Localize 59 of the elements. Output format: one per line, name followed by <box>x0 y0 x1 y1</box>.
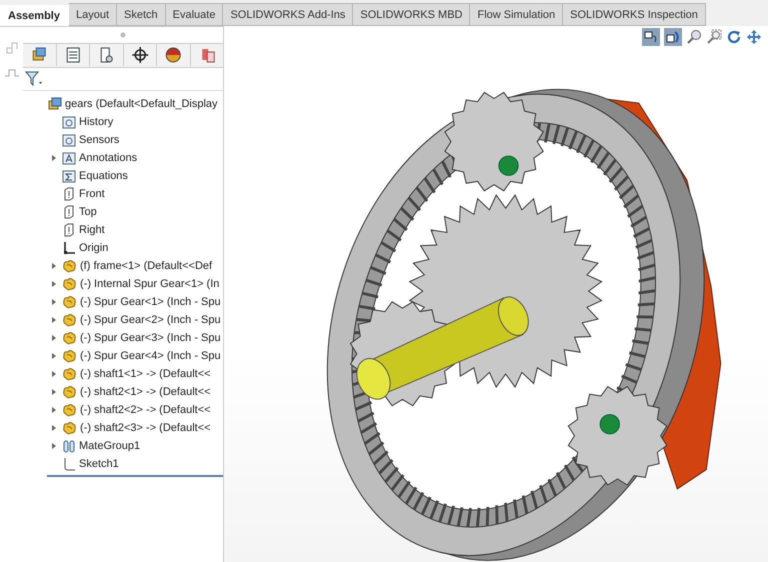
tree-item[interactable]: Equations <box>62 169 128 183</box>
expand-caret-icon[interactable] <box>52 317 56 323</box>
tree-item[interactable]: Front <box>62 187 105 201</box>
tree-item[interactable]: History <box>62 115 114 129</box>
expand-caret-icon[interactable] <box>52 353 56 359</box>
tree-item[interactable]: Annotations <box>62 151 138 165</box>
ribbon-tab[interactable]: Assembly <box>0 5 69 26</box>
mates-icon <box>62 439 76 453</box>
tree-root-item[interactable]: gears (Default<Default_Display <box>48 97 218 111</box>
annotation-folder-icon <box>62 151 76 165</box>
view-toggle-icon[interactable] <box>664 28 682 46</box>
zoom-icon[interactable] <box>686 29 702 45</box>
tree-item[interactable]: (-) Spur Gear<4> (Inch - Spu <box>62 349 221 363</box>
plane-icon <box>62 223 76 237</box>
expand-caret-icon[interactable] <box>52 407 56 413</box>
tree-item[interactable]: Sketch1 <box>62 457 119 471</box>
pan-icon[interactable] <box>746 29 762 45</box>
filter-icon[interactable] <box>25 71 43 87</box>
rotate-icon[interactable] <box>726 29 742 45</box>
ribbon-tab[interactable]: Flow Simulation <box>470 3 564 26</box>
expand-caret-icon[interactable] <box>52 335 56 341</box>
expand-caret-icon[interactable] <box>52 389 56 395</box>
origin-icon <box>62 241 76 255</box>
tree-item[interactable]: Sensors <box>62 133 120 147</box>
ribbon-tab[interactable]: Layout <box>68 3 118 26</box>
plane-icon <box>62 205 76 219</box>
tree-item[interactable]: (-) Spur Gear<3> (Inch - Spu <box>62 331 221 345</box>
tree-item[interactable]: (-) Spur Gear<2> (Inch - Spu <box>62 313 221 327</box>
tree-item[interactable]: (-) Internal Spur Gear<1> (In <box>62 277 220 291</box>
view-toggle-icon[interactable] <box>642 28 660 46</box>
expand-caret-icon[interactable] <box>52 299 56 305</box>
ribbon-tab[interactable]: Evaluate <box>166 3 224 26</box>
zoom-area-icon[interactable] <box>706 29 722 45</box>
tree-item[interactable]: (-) shaft2<2> -> (Default<< <box>62 403 211 417</box>
tree-item[interactable]: (-) shaft2<3> -> (Default<< <box>62 421 211 435</box>
folder-icon <box>62 133 76 147</box>
tree-item[interactable]: Right <box>62 223 105 237</box>
expand-caret-icon[interactable] <box>52 425 56 431</box>
ribbon-tab[interactable]: SOLIDWORKS MBD <box>353 3 470 26</box>
sketch-icon <box>62 457 76 471</box>
ribbon-tab[interactable]: Sketch <box>117 3 166 26</box>
ribbon-tab[interactable]: SOLIDWORKS Add-Ins <box>223 3 354 26</box>
ribbon-tab[interactable]: SOLIDWORKS Inspection <box>563 3 706 26</box>
assembly-icon <box>48 97 62 111</box>
folder-icon <box>62 115 76 129</box>
plane-icon <box>62 187 76 201</box>
tree-item[interactable]: (-) Spur Gear<1> (Inch - Spu <box>62 295 221 309</box>
expand-caret-icon[interactable] <box>52 263 56 269</box>
expand-caret-icon[interactable] <box>52 371 56 377</box>
expand-caret-icon[interactable] <box>52 155 56 161</box>
equations-folder-icon <box>62 169 76 183</box>
expand-caret-icon[interactable] <box>52 443 56 449</box>
tree-item[interactable]: (f) frame<1> (Default<<Def <box>62 259 212 273</box>
tree-item[interactable]: Origin <box>62 241 108 255</box>
tree-item[interactable]: Top <box>62 205 97 219</box>
tree-item[interactable]: (-) shaft2<1> -> (Default<< <box>62 385 211 399</box>
expand-caret-icon[interactable] <box>52 281 56 287</box>
tree-item[interactable]: MateGroup1 <box>62 439 140 453</box>
tree-item[interactable]: (-) shaft1<1> -> (Default<< <box>62 367 211 381</box>
